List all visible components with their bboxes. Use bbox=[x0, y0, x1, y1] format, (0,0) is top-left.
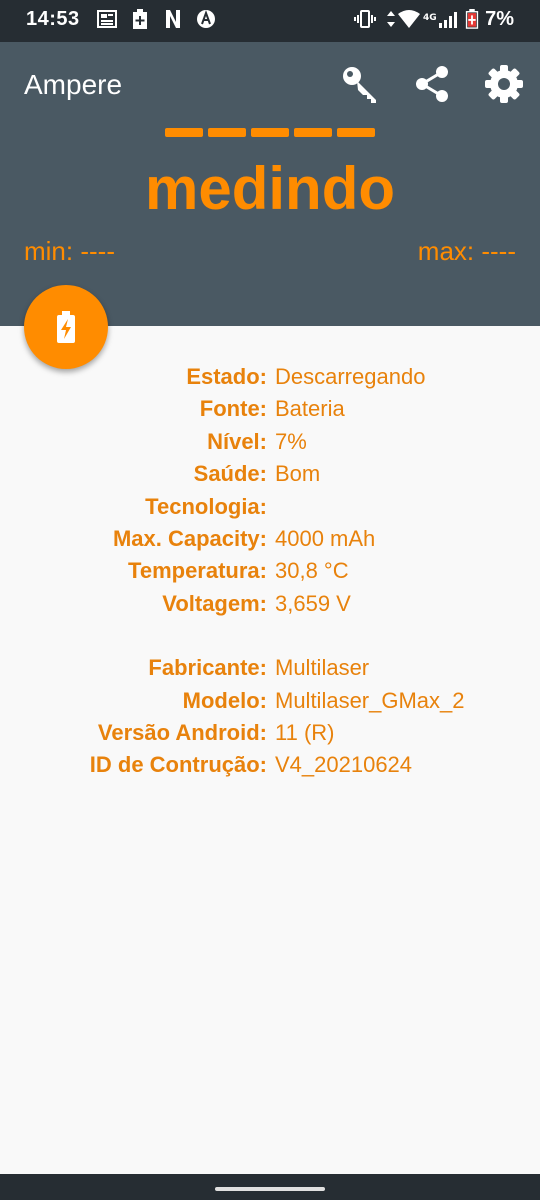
home-gesture-handle[interactable] bbox=[215, 1187, 325, 1191]
autoplay-icon bbox=[197, 10, 215, 28]
app-header: Ampere medindo min: ---- max: ---- bbox=[0, 42, 540, 326]
info-row-voltagem: Voltagem: 3,659 V bbox=[0, 591, 540, 623]
info-row-fonte: Fonte: Bateria bbox=[0, 396, 540, 428]
battery-percent: 7% bbox=[485, 8, 514, 30]
info-row-versao-android: Versão Android: 11 (R) bbox=[0, 720, 540, 752]
navigation-bar bbox=[0, 1174, 540, 1200]
info-label: ID de Contrução: bbox=[89, 752, 267, 778]
info-value: 11 (R) bbox=[275, 719, 335, 745]
app-title: Ampere bbox=[24, 69, 123, 100]
info-label: Modelo: bbox=[182, 687, 267, 713]
info-label: Tecnologia: bbox=[145, 493, 267, 519]
info-row-estado: Estado: Descarregando bbox=[0, 364, 540, 396]
info-label: Fonte: bbox=[199, 396, 267, 422]
settings-icon[interactable] bbox=[484, 64, 524, 104]
news-icon bbox=[97, 10, 117, 28]
signal-4g-icon: 4G bbox=[423, 12, 457, 28]
info-row-temperatura: Temperatura: 30,8 °C bbox=[0, 558, 540, 590]
info-label: Nível: bbox=[207, 428, 267, 454]
battery-low-icon bbox=[465, 9, 479, 29]
info-row-tecnologia: Tecnologia: bbox=[0, 494, 540, 526]
min-value: min: ---- bbox=[24, 236, 115, 266]
status-bar: 14:53 4G 7% bbox=[0, 0, 540, 42]
info-value: Multilaser bbox=[275, 655, 370, 681]
info-row-max-capacity: Max. Capacity: 4000 mAh bbox=[0, 526, 540, 558]
info-label: Temperatura: bbox=[128, 558, 267, 584]
info-row-modelo: Modelo: Multilaser_GMax_2 bbox=[0, 688, 540, 720]
info-label: Estado: bbox=[186, 364, 267, 389]
info-label: Versão Android: bbox=[97, 719, 267, 745]
info-row-saude: Saúde: Bom bbox=[0, 461, 540, 493]
info-value: 3,659 V bbox=[275, 590, 351, 616]
info-value: Multilaser_GMax_2 bbox=[275, 687, 465, 713]
wifi-icon bbox=[398, 10, 420, 28]
info-value: Bateria bbox=[275, 396, 345, 422]
reading-placeholder-dashes bbox=[165, 128, 377, 138]
info-row-nivel: Nível: 7% bbox=[0, 429, 540, 461]
share-icon[interactable] bbox=[412, 64, 452, 104]
max-value: max: ---- bbox=[417, 236, 516, 266]
info-value: 4000 mAh bbox=[275, 525, 376, 551]
info-row-build-id: ID de Contrução: V4_20210624 bbox=[0, 752, 540, 784]
info-label: Voltagem: bbox=[162, 590, 267, 616]
netflix-icon bbox=[166, 10, 180, 28]
measuring-status: medindo bbox=[145, 155, 395, 222]
svg-text:4G: 4G bbox=[423, 13, 437, 23]
info-label: Saúde: bbox=[193, 461, 267, 487]
battery-charging-icon bbox=[57, 311, 75, 343]
info-list: Estado: Descarregando Fonte: Bateria Nív… bbox=[0, 364, 540, 785]
info-row-fabricante: Fabricante: Multilaser bbox=[0, 655, 540, 687]
info-value: Descarregando bbox=[275, 364, 426, 389]
info-label: Max. Capacity: bbox=[112, 525, 267, 551]
info-value: Bom bbox=[275, 461, 321, 487]
info-label: Fabricante: bbox=[148, 655, 267, 681]
info-value: 30,8 °C bbox=[275, 558, 349, 584]
status-time: 14:53 bbox=[26, 8, 80, 30]
info-value: 7% bbox=[275, 428, 307, 454]
data-arrows-icon bbox=[387, 11, 395, 27]
info-value: V4_20210624 bbox=[275, 752, 413, 778]
battery-plus-icon bbox=[133, 9, 147, 29]
battery-fab-button[interactable] bbox=[24, 285, 108, 369]
vibrate-icon bbox=[354, 10, 376, 28]
key-icon[interactable] bbox=[340, 64, 380, 104]
